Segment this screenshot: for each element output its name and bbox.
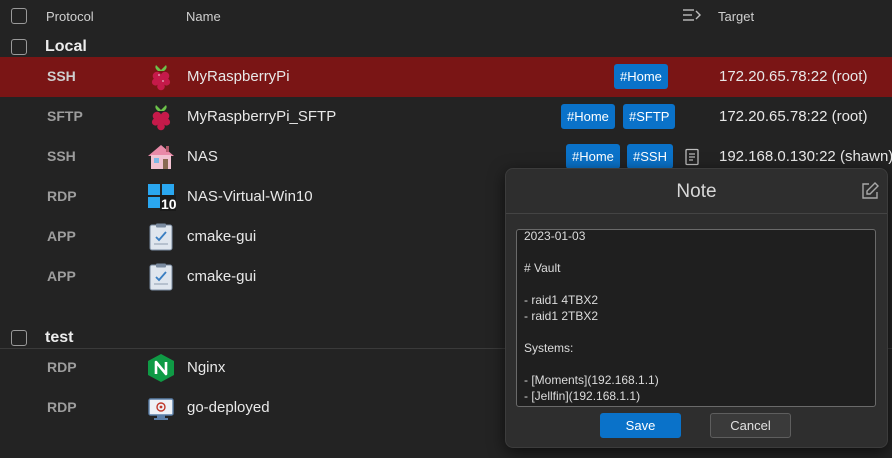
tag-home[interactable]: #Home — [614, 64, 668, 89]
protocol-label: RDP — [47, 399, 77, 415]
group-checkbox[interactable] — [11, 330, 27, 346]
cancel-button[interactable]: Cancel — [710, 413, 791, 438]
note-line: # Vault — [524, 261, 561, 275]
protocol-label: RDP — [47, 188, 77, 204]
remote-desktop-icon — [146, 393, 176, 423]
protocol-label: APP — [47, 268, 76, 284]
protocol-label: APP — [47, 228, 76, 244]
house-icon — [146, 142, 176, 172]
note-line — [524, 324, 868, 340]
connection-name: cmake-gui — [187, 268, 257, 285]
tag-home[interactable]: #Home — [561, 104, 615, 129]
protocol-label: SSH — [47, 68, 76, 84]
tag-ssh[interactable]: #SSH — [627, 144, 673, 169]
clipboard-icon — [146, 222, 176, 252]
note-line: - raid1 4TBX2 — [524, 293, 599, 307]
protocol-label: SFTP — [47, 108, 83, 124]
raspberry-pi-icon — [146, 62, 176, 92]
note-line — [524, 244, 868, 260]
select-all-checkbox[interactable] — [11, 8, 27, 24]
connection-target: 172.20.65.78:22 (root) — [719, 108, 868, 125]
save-button[interactable]: Save — [600, 413, 681, 438]
group-title[interactable]: test — [45, 329, 73, 347]
group-title[interactable]: Local — [45, 38, 87, 56]
note-line: - [Moments](192.168.1.1) — [524, 373, 659, 387]
connection-name: NAS — [187, 148, 218, 165]
list-indent-icon[interactable] — [682, 7, 702, 27]
tag-home[interactable]: #Home — [566, 144, 620, 169]
table-header: Protocol Name Target — [0, 0, 892, 32]
connection-name: go-deployed — [187, 399, 270, 416]
raspberry-pi-icon — [146, 102, 176, 132]
note-textarea[interactable]: 2023-01-03 # Vault - raid1 4TBX2 - raid1… — [516, 229, 876, 407]
protocol-label: SSH — [47, 148, 76, 164]
protocol-column-header[interactable]: Protocol — [46, 9, 94, 24]
windows-10-icon: 10 — [146, 182, 177, 212]
tag-sftp[interactable]: #SFTP — [623, 104, 676, 129]
nginx-icon — [146, 353, 176, 383]
protocol-label: RDP — [47, 359, 77, 375]
note-line: 2023-01-03 — [524, 229, 586, 243]
dialog-header: Note — [506, 169, 887, 214]
note-line: - raid1 2TBX2 — [524, 309, 599, 323]
name-column-header[interactable]: Name — [186, 9, 221, 24]
note-line — [524, 276, 868, 292]
note-dialog: Note 2023-01-03 # Vault - raid1 4TBX2 - … — [505, 168, 888, 448]
svg-text:10: 10 — [161, 196, 176, 212]
connection-name: cmake-gui — [187, 228, 257, 245]
table-row[interactable]: SSH MyRaspberryPi #Home 172.20.65.78:22 … — [0, 57, 892, 97]
target-column-header[interactable]: Target — [718, 9, 754, 24]
connection-name: MyRaspberryPi_SFTP — [187, 108, 337, 125]
note-icon[interactable] — [683, 148, 701, 170]
note-line: - [Jellfin](192.168.1.1) — [524, 389, 641, 403]
note-line — [524, 356, 868, 372]
connection-name: Nginx — [187, 359, 226, 376]
clipboard-icon — [146, 262, 176, 292]
dialog-title: Note — [676, 181, 717, 202]
group-checkbox[interactable] — [11, 39, 27, 55]
connection-name: MyRaspberryPi — [187, 68, 290, 85]
connection-target: 192.168.0.130:22 (shawn) — [719, 148, 892, 165]
note-line: Systems: — [524, 341, 574, 355]
connection-target: 172.20.65.78:22 (root) — [719, 68, 868, 85]
table-row[interactable]: SFTP MyRaspberryPi_SFTP #Home #SFTP 172.… — [0, 97, 892, 137]
edit-icon[interactable] — [860, 181, 880, 205]
connection-name: NAS-Virtual-Win10 — [187, 188, 313, 205]
